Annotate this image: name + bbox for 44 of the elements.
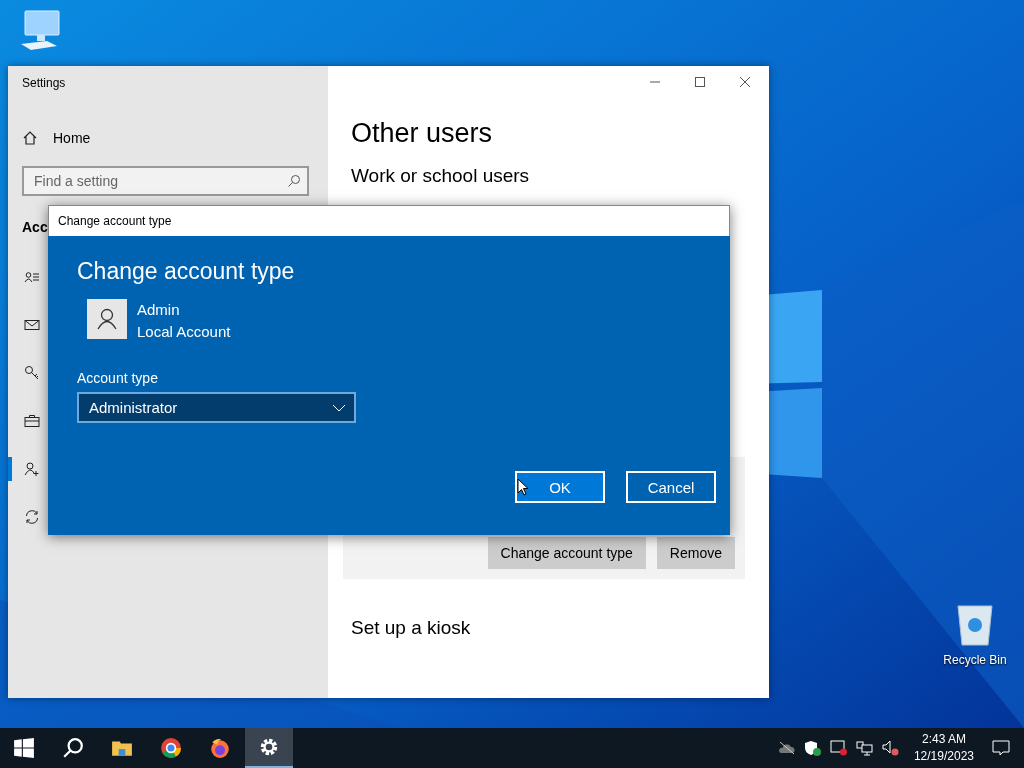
dialog-button[interactable]: OK: [515, 471, 605, 503]
notification-icon[interactable]: [992, 740, 1010, 756]
display-icon[interactable]: [829, 740, 848, 756]
user-name: Admin: [137, 300, 181, 320]
contact-list-icon: [24, 269, 40, 285]
dialog-title: Change account type: [48, 205, 730, 236]
search-icon: [287, 174, 301, 188]
field-label: Account type: [77, 370, 159, 386]
avatar-icon: [87, 299, 127, 339]
search-icon[interactable]: [62, 737, 84, 759]
dialog-button[interactable]: Cancel: [626, 471, 716, 503]
section-heading: Work or school users: [351, 165, 531, 187]
speaker-muted-icon[interactable]: [881, 740, 900, 756]
home-icon: [22, 130, 38, 146]
cloud-icon[interactable]: [777, 740, 796, 756]
account-kind: Local Account: [137, 322, 231, 342]
settings-icon[interactable]: [258, 736, 280, 758]
icon-label: Recycle Bin: [943, 653, 1007, 667]
person-add-icon: [24, 461, 40, 477]
page-heading: Other users: [351, 118, 494, 149]
mail-icon: [24, 317, 40, 333]
section-heading: Acc: [22, 219, 49, 235]
card-button[interactable]: Change account type: [487, 537, 646, 569]
key-icon: [24, 365, 40, 381]
recycle-bin-icon[interactable]: [955, 603, 995, 647]
shield-icon[interactable]: [803, 740, 822, 756]
clock[interactable]: 2:43 AM 12/19/2023: [913, 731, 974, 765]
maximize-icon[interactable]: [694, 76, 706, 88]
window-title: Settings: [22, 76, 67, 90]
briefcase-icon: [24, 413, 40, 429]
section-heading: Set up a kiosk: [351, 617, 472, 639]
network-icon[interactable]: [855, 740, 874, 756]
dialog-heading: Change account type: [77, 258, 296, 285]
start-icon[interactable]: [13, 737, 35, 759]
card-button[interactable]: Remove: [656, 537, 735, 569]
account-type-dropdown[interactable]: Administrator: [77, 392, 356, 423]
cursor-icon: [517, 478, 529, 496]
search-field[interactable]: Find a setting: [22, 166, 309, 196]
home-link[interactable]: Home: [22, 130, 91, 146]
browser-icon[interactable]: [209, 737, 231, 759]
browser-icon[interactable]: [160, 737, 182, 759]
chevron-icon: [332, 403, 346, 412]
sync-icon: [24, 509, 40, 525]
close-icon[interactable]: [739, 76, 751, 88]
